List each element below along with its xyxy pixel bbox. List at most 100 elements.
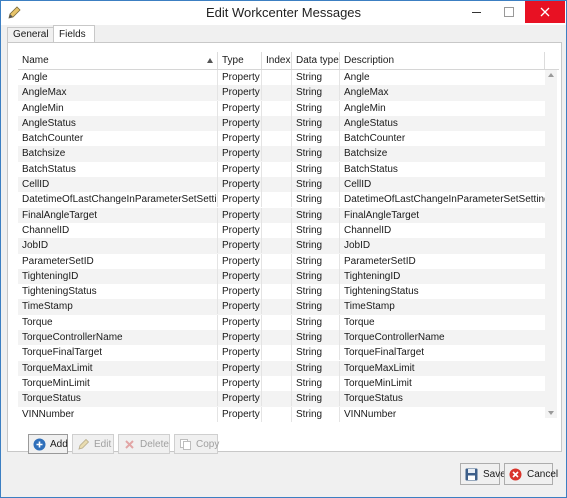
cell-description: CellID [344,179,372,191]
table-row[interactable]: Torque Property String Torque [18,314,545,331]
cell-type: Property [218,70,262,85]
cell-name: CellID [18,177,218,193]
edit-icon [77,438,90,451]
cancel-button[interactable]: Cancel [504,463,558,485]
cell-description: TighteningID [344,270,401,282]
table-row[interactable]: BatchStatus Property String BatchStatus [18,161,545,178]
table-row[interactable]: VINNumber Property String VINNumber [18,406,545,422]
delete-icon [123,438,136,451]
cell-name: AngleStatus [18,115,218,131]
cell-description: ParameterSetID [344,255,416,267]
table-row[interactable]: Angle Property String Angle [18,70,545,86]
cell-description: ChannelID [344,224,392,236]
cell-index [262,375,292,391]
cell-name: TorqueControllerName [18,330,218,346]
cell-name: TorqueFinalTarget [18,345,218,361]
cell-data-type: String [292,177,340,193]
column-header-name[interactable]: Name [18,52,218,69]
delete-button[interactable]: Delete [118,434,170,454]
cell-type: Property [218,238,262,254]
cell-data-type: String [292,85,340,101]
add-label: Add [50,439,68,450]
cell-data-type: String [292,100,340,116]
cell-name: BatchStatus [18,161,218,177]
cell-description: AngleStatus [344,117,398,129]
cell-data-type: String [292,192,340,208]
cell-name: VINNumber [18,406,218,422]
cell-name: ChannelID [18,222,218,238]
copy-label: Copy [196,439,220,450]
tab-fields[interactable]: Fields [53,25,95,43]
table-row[interactable]: TighteningStatus Property String Tightening… [18,284,545,300]
close-button[interactable] [525,1,565,23]
cell-index [262,70,292,85]
cell-index [262,131,292,147]
cell-description: DatetimeOfLastChangeInParameterSetSettin… [344,194,545,206]
add-icon [33,438,46,451]
table-row[interactable]: AngleStatus Property String AngleStatus [18,115,545,132]
cell-index [262,268,292,284]
copy-button[interactable]: Copy [174,434,220,454]
cell-index [262,115,292,131]
vertical-scrollbar[interactable] [545,70,557,418]
cell-name: DatetimeOfLastChangeInParameterSetSettin… [18,192,218,208]
tab-general[interactable]: General [7,27,59,42]
column-header-description[interactable]: Description [340,52,545,69]
table-row[interactable]: TorqueMaxLimit Property String TorqueMaxLim… [18,360,545,376]
title-bar[interactable]: Edit Workcenter Messages [1,1,566,25]
delete-label: Delete [140,439,169,450]
cell-description: TorqueMinLimit [344,377,412,389]
table-row[interactable]: TimeStamp Property String TimeStamp [18,299,545,315]
table-row[interactable]: FinalAngleTarget Property String FinalAngle… [18,207,545,223]
maximize-icon [504,7,514,17]
dialog-window: Edit Workcenter Messages General Fields … [0,0,567,498]
cell-data-type: String [292,222,340,238]
scroll-down-icon[interactable] [548,411,554,415]
column-header-data-type[interactable]: Data type [292,52,340,69]
minimize-button[interactable] [459,1,493,23]
table-row[interactable]: AngleMax Property String AngleMax [18,85,545,101]
cell-index [262,391,292,407]
table-row[interactable]: TighteningID Property String TighteningID [18,268,545,285]
cell-index [262,207,292,223]
grid-body: Angle Property String Angle AngleMax Property… [18,70,545,422]
save-button[interactable]: Save [460,463,506,485]
scroll-up-icon[interactable] [548,73,554,77]
fields-panel: Name Type Index Data type Description An… [7,42,562,454]
table-row[interactable]: TorqueFinalTarget Property String TorqueFin… [18,345,545,361]
cell-name: FinalAngleTarget [18,207,218,223]
table-row[interactable]: TorqueStatus Property String TorqueStatus [18,391,545,407]
cell-name: TighteningStatus [18,284,218,300]
cell-data-type: String [292,207,340,223]
table-row[interactable]: TorqueMinLimit Property String TorqueMinLim… [18,375,545,392]
edit-button[interactable]: Edit [72,434,114,454]
table-row[interactable]: ChannelID Property String ChannelID [18,222,545,239]
cell-data-type: String [292,161,340,177]
table-row[interactable]: DatetimeOfLastChangeInParameterSetSettin… [18,192,545,208]
table-row[interactable]: JobID Property String JobID [18,238,545,254]
cell-type: Property [218,177,262,193]
cell-description: Torque [344,316,375,328]
table-row[interactable]: Batchsize Property String Batchsize [18,146,545,162]
table-row[interactable]: TorqueControllerName Property String Torque… [18,330,545,346]
cell-data-type: String [292,314,340,330]
cell-name: Torque [18,314,218,330]
column-header-index[interactable]: Index [262,52,292,69]
fields-grid[interactable]: Name Type Index Data type Description An… [18,52,559,460]
cell-name: TorqueMinLimit [18,375,218,391]
cell-description: AngleMin [344,102,386,114]
cell-description: TorqueStatus [344,393,403,405]
column-header-type[interactable]: Type [218,52,262,69]
minimize-icon [471,11,481,13]
cell-name: TorqueStatus [18,391,218,407]
cell-data-type: String [292,375,340,391]
table-row[interactable]: CellID Property String CellID [18,177,545,193]
maximize-button[interactable] [492,1,526,23]
close-icon [540,7,550,17]
add-button[interactable]: Add [28,434,68,454]
table-row[interactable]: ParameterSetID Property String ParameterSet… [18,253,545,269]
cell-index [262,192,292,208]
cell-type: Property [218,345,262,361]
table-row[interactable]: BatchCounter Property String BatchCounter [18,131,545,147]
table-row[interactable]: AngleMin Property String AngleMin [18,100,545,116]
